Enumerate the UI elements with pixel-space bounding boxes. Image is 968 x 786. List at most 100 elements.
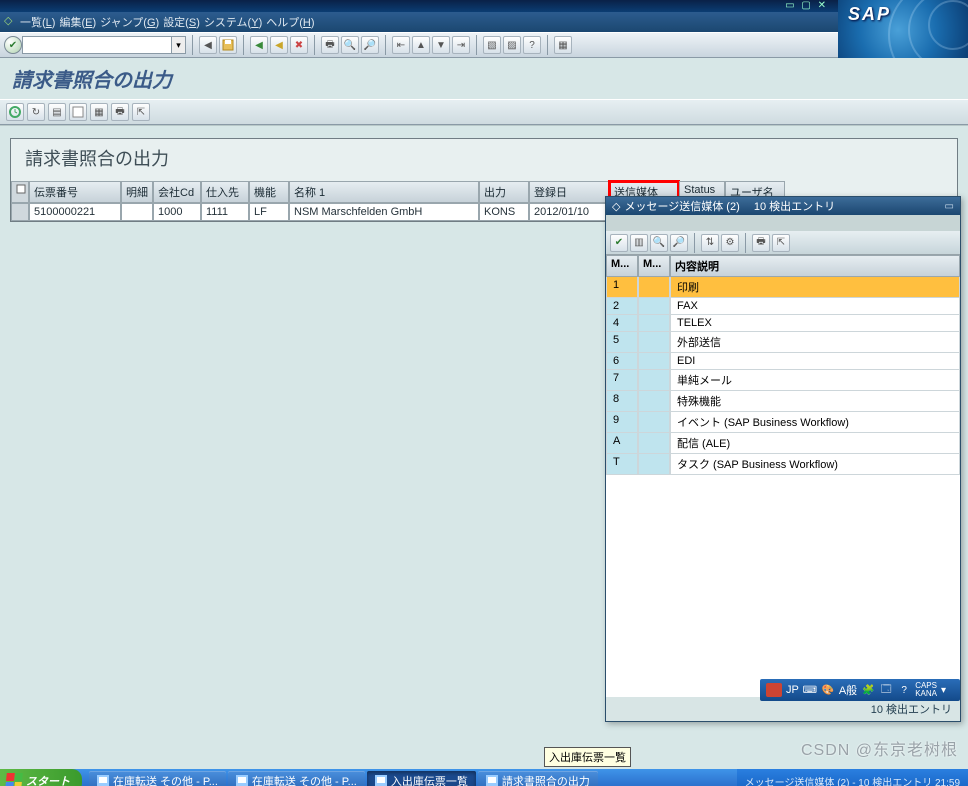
new-session-button[interactable]: ▧ — [483, 36, 501, 54]
col-output[interactable]: 出力 — [479, 181, 529, 203]
popup-row[interactable]: A配信 (ALE) — [606, 433, 960, 454]
tray-text: メッセージ送信媒体 (2) - 10 検出エントリ 21:59 — [745, 774, 960, 786]
first-page-button[interactable]: ⇤ — [392, 36, 410, 54]
popup-accept-button[interactable]: ✔ — [610, 234, 628, 252]
ime-expand-icon[interactable]: ▾ — [941, 685, 946, 696]
popup-cell-desc: イベント (SAP Business Workflow) — [670, 412, 960, 433]
cell-output[interactable]: KONS — [479, 203, 529, 221]
print-button[interactable]: 🖶 — [321, 36, 339, 54]
ime-kbd-icon[interactable]: ⌨ — [803, 683, 817, 697]
ime-opt-icon[interactable]: 🗔 — [879, 683, 893, 697]
prev-page-button[interactable]: ▲ — [412, 36, 430, 54]
ime-tool-icon[interactable]: 🎨 — [821, 683, 835, 697]
shortcut-button[interactable]: ▨ — [503, 36, 521, 54]
popup-row[interactable]: 7単純メール — [606, 370, 960, 391]
menu-list[interactable]: 一覧(L) — [20, 14, 55, 30]
popup-col-desc[interactable]: 内容説明 — [670, 255, 960, 277]
popup-col-key[interactable]: M... — [606, 255, 638, 277]
window-controls[interactable]: ▭ ▢ ✕ — [785, 0, 828, 11]
taskbar-task[interactable]: 入出庫伝票一覧 — [367, 771, 476, 786]
taskbar-task[interactable]: 請求書照合の出力 — [478, 771, 598, 786]
taskbar[interactable]: スタート 在庫転送 その他 - P...在庫転送 その他 - P...入出庫伝票… — [0, 769, 968, 786]
popup-print-button[interactable]: 🖶 — [752, 234, 770, 252]
detail-button[interactable]: ▦ — [90, 103, 108, 121]
last-page-button[interactable]: ⇥ — [452, 36, 470, 54]
menu-settings[interactable]: 設定(S) — [163, 14, 200, 30]
popup-row[interactable]: 9イベント (SAP Business Workflow) — [606, 412, 960, 433]
okcode-input[interactable] — [22, 36, 172, 54]
okcode-dropdown[interactable]: ▾ — [172, 36, 186, 54]
popup-export-button[interactable]: ⇱ — [772, 234, 790, 252]
col-name[interactable]: 名称 1 — [289, 181, 479, 203]
cell-docno[interactable]: 5100000221 — [29, 203, 121, 221]
popup-row[interactable]: 4TELEX — [606, 315, 960, 332]
ime-help-icon[interactable]: ? — [897, 683, 911, 697]
export-button[interactable]: ⇱ — [132, 103, 150, 121]
help-f1-button[interactable]: ? — [523, 36, 541, 54]
popup-titlebar[interactable]: ◇メッセージ送信媒体 (2) 10 検出エントリ ▭ — [606, 197, 960, 215]
cell-func[interactable]: LF — [249, 203, 289, 221]
page-title: 請求書照合の出力 — [12, 64, 956, 93]
popup-close-icon[interactable]: ▭ — [945, 201, 954, 212]
popup-tabs[interactable] — [606, 215, 960, 231]
nav-cancel-button[interactable]: ✖ — [290, 36, 308, 54]
popup-sort-button[interactable]: ⇅ — [701, 234, 719, 252]
popup-row[interactable]: 2FAX — [606, 298, 960, 315]
popup-col-m[interactable]: M... — [638, 255, 670, 277]
layout-button[interactable]: ▦ — [554, 36, 572, 54]
print-app-button[interactable]: 🖶 — [111, 103, 129, 121]
col-docno[interactable]: 伝票番号 — [29, 181, 121, 203]
popup-tech-button[interactable]: ⚙ — [721, 234, 739, 252]
popup-cell-desc: EDI — [670, 353, 960, 370]
ime-lang-indicator[interactable] — [766, 683, 782, 697]
popup-findnext-button[interactable]: 🔎 — [670, 234, 688, 252]
menu-help[interactable]: ヘルプ(H) — [266, 14, 314, 30]
enter-button[interactable] — [4, 36, 22, 54]
taskbar-task[interactable]: 在庫転送 その他 - P... — [89, 771, 226, 786]
popup-row[interactable]: 1印刷 — [606, 277, 960, 298]
menu-system[interactable]: システム(Y) — [204, 14, 262, 30]
find-button[interactable]: 🔍 — [341, 36, 359, 54]
col-vendor[interactable]: 仕入先 — [201, 181, 249, 203]
menu-goto[interactable]: ジャンプ(G) — [100, 14, 159, 30]
system-tray[interactable]: メッセージ送信媒体 (2) - 10 検出エントリ 21:59 — [737, 769, 968, 786]
cell-name[interactable]: NSM Marschfelden GmbH — [289, 203, 479, 221]
col-func[interactable]: 機能 — [249, 181, 289, 203]
col-company[interactable]: 会社Cd — [153, 181, 201, 203]
popup-restrict-button[interactable]: ▥ — [630, 234, 648, 252]
save-button[interactable] — [219, 36, 237, 54]
menu-edit[interactable]: 編集(E) — [59, 14, 96, 30]
nav-back-button[interactable]: ◀ — [250, 36, 268, 54]
menubar[interactable]: ◇ 一覧(L) 編集(E) ジャンプ(G) 設定(S) システム(Y) ヘルプ(… — [0, 12, 968, 32]
cell-detail[interactable] — [121, 203, 153, 221]
nav-exit-button[interactable]: ◀ — [270, 36, 288, 54]
popup-row[interactable]: Tタスク (SAP Business Workflow) — [606, 454, 960, 475]
popup-row[interactable]: 5外部送信 — [606, 332, 960, 353]
col-date[interactable]: 登録日 — [529, 181, 609, 203]
back-button[interactable]: ◀ — [199, 36, 217, 54]
cell-vendor[interactable]: 1111 — [201, 203, 249, 221]
cell-date[interactable]: 2012/01/10 — [529, 203, 609, 221]
popup-grid-body[interactable]: 1印刷2FAX4TELEX5外部送信6EDI7単純メール8特殊機能9イベント (… — [606, 277, 960, 697]
start-button[interactable]: スタート — [0, 769, 82, 786]
ime-pad-icon[interactable]: 🧩 — [861, 683, 875, 697]
col-select[interactable] — [11, 181, 29, 203]
ime-mode[interactable]: A般 — [839, 682, 857, 698]
refresh-button[interactable]: ↻ — [27, 103, 45, 121]
display-button[interactable]: ▤ — [48, 103, 66, 121]
popup-find-button[interactable]: 🔍 — [650, 234, 668, 252]
execute-button[interactable] — [6, 103, 24, 121]
col-detail[interactable]: 明細 — [121, 181, 153, 203]
value-help-popup[interactable]: ◇メッセージ送信媒体 (2) 10 検出エントリ ▭ ✔ ▥ 🔍 🔎 ⇅ ⚙ 🖶… — [605, 196, 961, 722]
popup-row[interactable]: 8特殊機能 — [606, 391, 960, 412]
find-next-button[interactable]: 🔎 — [361, 36, 379, 54]
taskbar-task[interactable]: 在庫転送 その他 - P... — [228, 771, 365, 786]
select-button[interactable] — [69, 103, 87, 121]
popup-row[interactable]: 6EDI — [606, 353, 960, 370]
ime-bar[interactable]: JP ⌨ 🎨 A般 🧩 🗔 ? CAPSKANA ▾ — [760, 679, 960, 701]
cell-company[interactable]: 1000 — [153, 203, 201, 221]
titlebar: ▭ ▢ ✕ — [0, 0, 968, 12]
next-page-button[interactable]: ▼ — [432, 36, 450, 54]
popup-cell-m — [638, 332, 670, 353]
row-select[interactable] — [11, 203, 29, 221]
